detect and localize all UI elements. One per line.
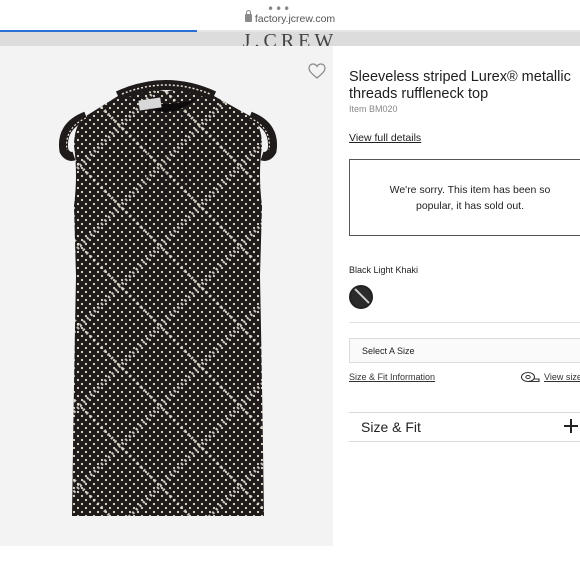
color-name: Black Light Khaki [349,265,419,275]
product-image-pane [0,46,333,546]
divider [349,441,580,442]
heart-icon[interactable] [308,63,326,79]
sold-out-message: We're sorry. This item has been so popul… [389,184,551,212]
url-text: factory.jcrew.com [254,13,336,25]
measuring-tape-icon [520,371,540,383]
view-full-details-link[interactable]: View full details [349,132,421,144]
color-swatch-unavailable[interactable] [349,285,373,309]
size-select[interactable]: Select A Size [349,338,580,363]
size-select-label: Select A Size [362,346,415,356]
size-fit-heading: Size & Fit [361,419,421,435]
view-size-label: View size [544,372,580,382]
lock-icon [244,10,252,22]
product-image[interactable] [0,46,333,546]
address-bar[interactable]: factory.jcrew.com [0,10,580,25]
product-title: Sleeveless striped Lurex® metallic threa… [349,69,571,102]
item-number: Item BM020 [349,104,398,114]
divider [349,322,580,323]
size-fit-accordion[interactable]: Size & Fit [349,413,580,441]
plus-icon[interactable] [564,419,578,433]
size-fit-information-link[interactable]: Size & Fit Information [349,372,435,382]
site-logo[interactable]: J.CREW [0,32,580,46]
sold-out-notice: We're sorry. This item has been so popul… [349,159,580,236]
browser-toolbar: ••• factory.jcrew.com [0,0,580,31]
site-header: J.CREW [0,32,580,46]
